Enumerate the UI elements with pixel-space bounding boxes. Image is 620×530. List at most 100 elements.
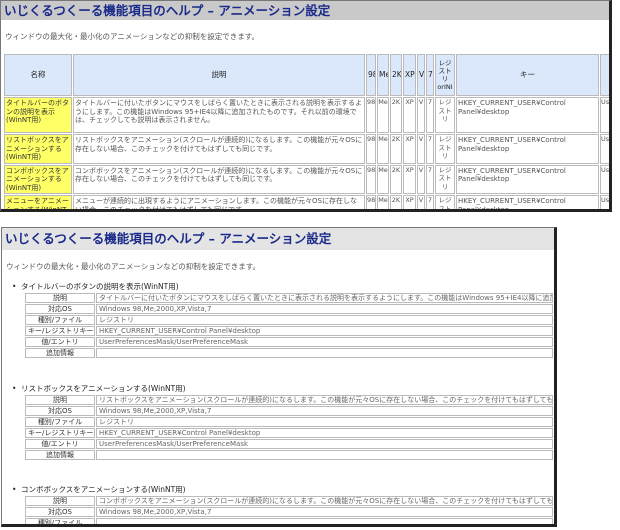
row-registry: レジストリ [435,164,455,194]
row-os98: 98 [366,164,376,194]
row-explanation: タイトルバーに付いたボタンにマウスをしばらく置いたときに表示される説明を表示する… [73,97,365,133]
row-os98: 98 [366,195,376,209]
row-name[interactable]: コンボボックスをアニメーションする(WinNT用) [4,164,72,194]
prop-value: HKEY_CURRENT_USER¥Control Panel¥desktop [96,326,553,336]
row-osv: V [417,195,425,209]
prop-label: 対応OS [25,406,95,416]
row-os7: 7 [426,97,434,133]
row-osxp: XP [403,195,416,209]
bullet-icon: • [12,282,17,291]
table-row: メニューをアニメーションする(WinNT用) メニューが連続的に出現するようにア… [4,195,609,209]
prop-row: 対応OS Windows 98,Me,2000,XP,Vista,7 [25,406,553,416]
row-registry: レジストリ [435,195,455,209]
row-value: Use [600,164,609,194]
row-explanation: コンボボックスをアニメーション(スクロールが連続的)になるします。この機能が元々… [73,164,365,194]
prop-row: キー/レジストリキー HKEY_CURRENT_USER¥Control Pan… [25,428,553,438]
prop-label: 説明 [25,496,95,506]
feature-entry: • タイトルバーのボタンの説明を表示(WinNT用) 説明 タイトルバーに付いたボ… [12,281,554,359]
prop-value: タイトルバーに付いたボタンにマウスをしばらく置いたときに表示される説明を表示する… [96,293,553,303]
prop-value: Windows 98,Me,2000,XP,Vista,7 [96,507,553,517]
row-osv: V [417,134,425,164]
prop-row: 追加情報 [25,348,553,358]
prop-value: HKEY_CURRENT_USER¥Control Panel¥desktop [96,428,553,438]
row-key: HKEY_CURRENT_USER¥Control Panel¥desktop [456,134,599,164]
prop-row: 説明 タイトルバーに付いたボタンにマウスをしばらく置いたときに表示される説明を表… [25,293,553,303]
row-osv: V [417,164,425,194]
prop-row: 種別/ファイル [25,518,553,524]
prop-label: 追加情報 [25,348,95,358]
prop-row: 対応OS Windows 98,Me,2000,XP,Vista,7 [25,304,553,314]
entry-properties: 説明 リストボックスをアニメーション(スクロールが連続的)になるします。この機能… [24,394,554,461]
prop-label: 対応OS [25,304,95,314]
prop-row: 対応OS Windows 98,Me,2000,XP,Vista,7 [25,507,553,517]
row-osxp: XP [403,97,416,133]
feature-entry: • コンボボックスをアニメーションする(WinNT用) 説明 コンボボックスをアニ… [12,484,554,524]
header-98: 98 [366,54,376,96]
prop-label: 説明 [25,395,95,405]
prop-value: レジストリ [96,315,553,325]
row-name[interactable]: リストボックスをアニメーションする(WinNT用) [4,134,72,164]
prop-label: 値/エントリ [25,439,95,449]
row-os2k: 2K [390,97,402,133]
row-os7: 7 [426,134,434,164]
entry-title-text: コンボボックスをアニメーションする(WinNT用) [21,485,186,494]
entry-title-text: タイトルバーのボタンの説明を表示(WinNT用) [21,282,179,291]
page-title: いじくるつくーる機能項目のヘルプ – アニメーション設定 [2,228,554,250]
prop-value: UserPreferencesMask/UserPreferenceMask [96,439,553,449]
row-explanation: リストボックスをアニメーション(スクロールが連続的)になるします。この機能が元々… [73,134,365,164]
help-table-panel: いじくるつくーる機能項目のヘルプ – アニメーション設定 ウィンドウの最大化・最… [0,0,612,212]
header-extra [600,54,609,96]
prop-value: リストボックスをアニメーション(スクロールが連続的)になるします。この機能が元々… [96,395,553,405]
row-key: HKEY_CURRENT_USER¥Control Panel¥desktop [456,97,599,133]
prop-value: レジストリ [96,417,553,427]
row-os2k: 2K [390,134,402,164]
header-me: Me [377,54,389,96]
header-v: V [417,54,425,96]
row-name[interactable]: タイトルバーのボタンの説明を表示(WinNT用) [4,97,72,133]
prop-label: 種別/ファイル [25,518,95,524]
table-row: タイトルバーのボタンの説明を表示(WinNT用) タイトルバーに付いたボタンにマ… [4,97,609,133]
prop-value [96,450,553,460]
row-osme: Me [377,97,389,133]
feature-table: 名称 説明 98 Me 2K XP V 7 レジストリorINI キー タイトル… [3,53,609,209]
bullet-icon: • [12,485,17,494]
prop-row: 種別/ファイル レジストリ [25,417,553,427]
entry-title: • コンボボックスをアニメーションする(WinNT用) [12,484,552,495]
prop-value: UserPreferencesMask/UserPreferenceMask [96,337,553,347]
entry-properties: 説明 コンボボックスをアニメーション(スクロールが連続的)になるします。この機能… [24,495,554,524]
prop-value: Windows 98,Me,2000,XP,Vista,7 [96,406,553,416]
row-value: Use [600,195,609,209]
prop-value [96,518,553,524]
entry-title: • タイトルバーのボタンの説明を表示(WinNT用) [12,281,552,292]
row-explanation: メニューが連続的に出現するようにアニメーションします。この機能が元々OSに存在し… [73,195,365,209]
header-registry: レジストリorINI [435,54,455,96]
prop-label: キー/レジストリキー [25,428,95,438]
prop-row: 値/エントリ UserPreferencesMask/UserPreferenc… [25,337,553,347]
page-title: いじくるつくーる機能項目のヘルプ – アニメーション設定 [1,1,609,20]
feature-entry: • リストボックスをアニメーションする(WinNT用) 説明 リストボックスをアニ… [12,383,554,461]
row-os98: 98 [366,134,376,164]
prop-row: 種別/ファイル レジストリ [25,315,553,325]
prop-label: 種別/ファイル [25,315,95,325]
entry-properties: 説明 タイトルバーに付いたボタンにマウスをしばらく置いたときに表示される説明を表… [24,292,554,359]
header-name: 名称 [4,54,72,96]
prop-row: 説明 リストボックスをアニメーション(スクロールが連続的)になるします。この機能… [25,395,553,405]
bullet-icon: • [12,384,17,393]
row-osxp: XP [403,134,416,164]
row-osme: Me [377,134,389,164]
row-value: Use [600,97,609,133]
page-description: ウィンドウの最大化・最小化のアニメーションなどの抑制を設定できます。 [6,262,260,271]
help-list-panel: いじくるつくーる機能項目のヘルプ – アニメーション設定 ウィンドウの最大化・最… [1,227,557,527]
table-header-row: 名称 説明 98 Me 2K XP V 7 レジストリorINI キー [4,54,609,96]
row-os2k: 2K [390,164,402,194]
header-key: キー [456,54,599,96]
row-osme: Me [377,164,389,194]
entry-title-text: リストボックスをアニメーションする(WinNT用) [21,384,186,393]
row-name[interactable]: メニューをアニメーションする(WinNT用) [4,195,72,209]
prop-label: キー/レジストリキー [25,326,95,336]
prop-label: 種別/ファイル [25,417,95,427]
prop-label: 説明 [25,293,95,303]
row-os2k: 2K [390,195,402,209]
prop-row: 追加情報 [25,450,553,460]
prop-label: 値/エントリ [25,337,95,347]
